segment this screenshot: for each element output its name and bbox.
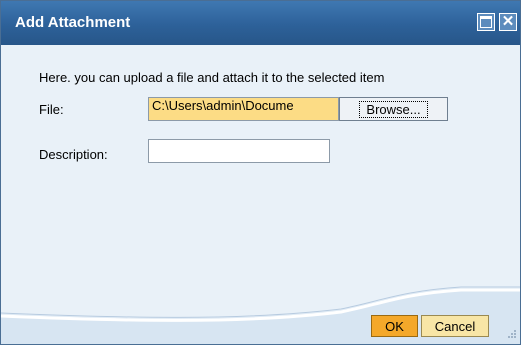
maximize-icon[interactable] xyxy=(477,13,495,31)
resize-grip-icon[interactable] xyxy=(503,327,517,341)
cancel-button[interactable]: Cancel xyxy=(421,315,489,337)
dialog-titlebar[interactable]: Add Attachment ✕ xyxy=(1,1,520,45)
browse-button[interactable]: Browse... xyxy=(339,97,448,121)
dialog-body: Here. you can upload a file and attach i… xyxy=(1,45,520,344)
description-label: Description: xyxy=(39,147,108,162)
close-icon[interactable]: ✕ xyxy=(499,13,517,31)
ok-button[interactable]: OK xyxy=(371,315,418,337)
browse-button-label: Browse... xyxy=(359,100,428,118)
add-attachment-dialog: Add Attachment ✕ Here. you can upload a … xyxy=(0,0,521,345)
file-path-input[interactable]: C:\Users\admin\Docume xyxy=(148,97,339,121)
file-label: File: xyxy=(39,102,64,117)
intro-text: Here. you can upload a file and attach i… xyxy=(39,70,385,85)
description-input[interactable] xyxy=(148,139,330,163)
file-path-value: C:\Users\admin\Docume xyxy=(152,98,294,113)
dialog-title: Add Attachment xyxy=(15,14,131,31)
